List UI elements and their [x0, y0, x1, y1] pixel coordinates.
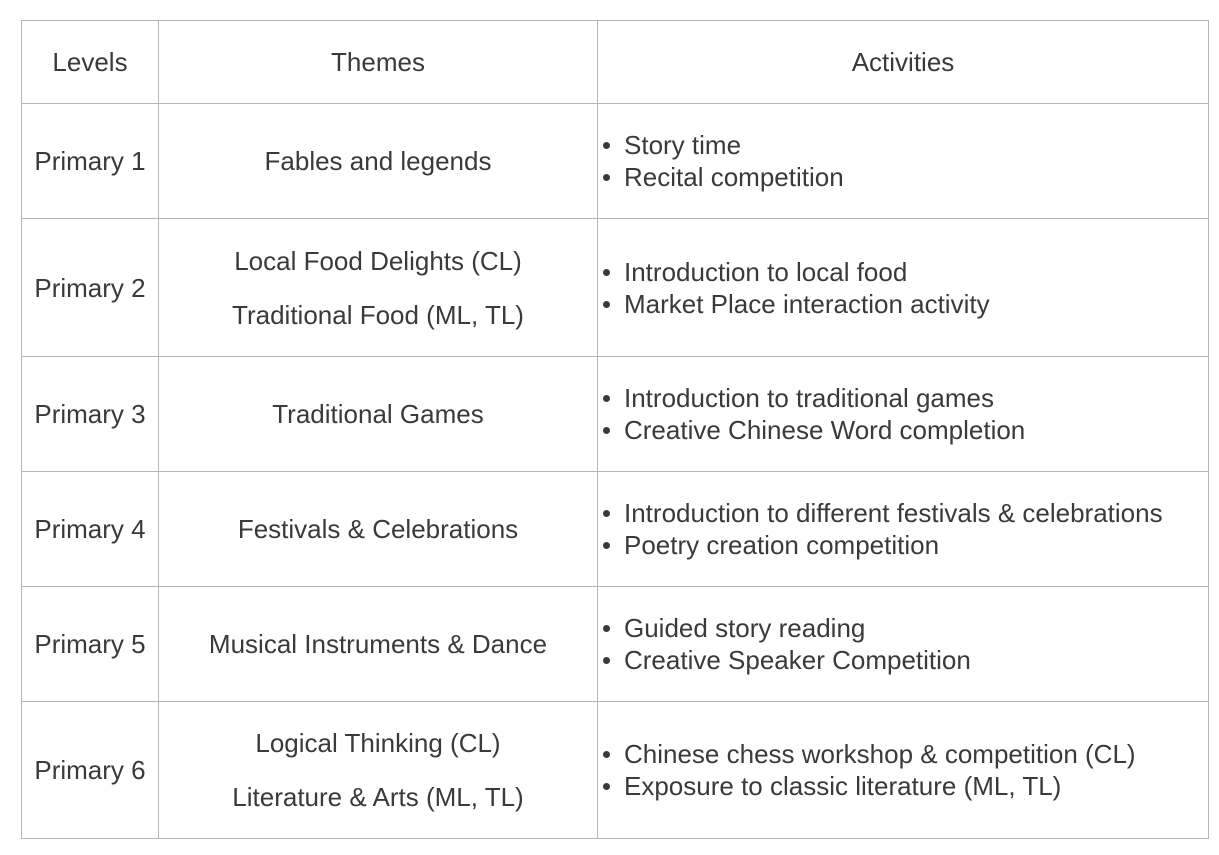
- table-row: Primary 6 Logical Thinking (CL) Literatu…: [21, 701, 1209, 839]
- activities-list: Introduction to traditional games Creati…: [603, 382, 1208, 446]
- theme-cell: Traditional Games: [158, 356, 598, 472]
- programme-table-container: Levels Themes Activities Primary 1 Fable…: [21, 20, 1209, 839]
- activity-item: Market Place interaction activity: [603, 288, 1208, 320]
- activity-item: Chinese chess workshop & competition (CL…: [603, 738, 1208, 770]
- activities-list: Guided story reading Creative Speaker Co…: [603, 612, 1208, 676]
- activity-item: Story time: [603, 129, 1208, 161]
- theme-text: Festivals & Celebrations: [237, 514, 519, 544]
- theme-text: Traditional Games: [272, 399, 484, 429]
- header-levels: Levels: [21, 20, 159, 104]
- theme-text: Musical Instruments & Dance: [208, 629, 548, 659]
- level-cell: Primary 3: [21, 356, 159, 472]
- activities-list: Story time Recital competition: [603, 129, 1208, 193]
- activity-item: Poetry creation competition: [603, 529, 1208, 561]
- theme-text: Logical Thinking (CL): [255, 728, 501, 758]
- table-row: Primary 2 Local Food Delights (CL) Tradi…: [21, 218, 1209, 357]
- header-themes: Themes: [158, 20, 598, 104]
- table-row: Primary 5 Musical Instruments & Dance Gu…: [21, 586, 1209, 702]
- level-cell: Primary 6: [21, 701, 159, 839]
- programme-table: Levels Themes Activities Primary 1 Fable…: [21, 20, 1209, 839]
- activity-item: Creative Speaker Competition: [603, 644, 1208, 676]
- activities-cell: Guided story reading Creative Speaker Co…: [597, 586, 1209, 702]
- theme-cell: Local Food Delights (CL) Traditional Foo…: [158, 218, 598, 357]
- theme-cell: Fables and legends: [158, 103, 598, 219]
- theme-cell: Logical Thinking (CL) Literature & Arts …: [158, 701, 598, 839]
- activity-item: Introduction to different festivals & ce…: [603, 497, 1208, 529]
- activities-cell: Introduction to traditional games Creati…: [597, 356, 1209, 472]
- activities-list: Introduction to local food Market Place …: [603, 256, 1208, 320]
- activity-item: Creative Chinese Word completion: [603, 414, 1208, 446]
- theme-text: Literature & Arts (ML, TL): [232, 782, 524, 812]
- level-cell: Primary 4: [21, 471, 159, 587]
- activities-cell: Introduction to different festivals & ce…: [597, 471, 1209, 587]
- theme-text: Fables and legends: [264, 146, 492, 176]
- level-cell: Primary 1: [21, 103, 159, 219]
- theme-cell: Festivals & Celebrations: [158, 471, 598, 587]
- activity-item: Exposure to classic literature (ML, TL): [603, 770, 1208, 802]
- table-row: Primary 1 Fables and legends Story time …: [21, 103, 1209, 219]
- activities-list: Introduction to different festivals & ce…: [603, 497, 1208, 561]
- table-row: Primary 3 Traditional Games Introduction…: [21, 356, 1209, 472]
- activity-item: Introduction to local food: [603, 256, 1208, 288]
- header-activities: Activities: [597, 20, 1209, 104]
- table-row: Primary 4 Festivals & Celebrations Intro…: [21, 471, 1209, 587]
- activities-cell: Introduction to local food Market Place …: [597, 218, 1209, 357]
- theme-cell: Musical Instruments & Dance: [158, 586, 598, 702]
- activities-cell: Story time Recital competition: [597, 103, 1209, 219]
- level-cell: Primary 2: [21, 218, 159, 357]
- table-header-row: Levels Themes Activities: [21, 20, 1209, 104]
- activity-item: Recital competition: [603, 161, 1208, 193]
- theme-text: Traditional Food (ML, TL): [232, 299, 524, 330]
- level-cell: Primary 5: [21, 586, 159, 702]
- activity-item: Introduction to traditional games: [603, 382, 1208, 414]
- activities-cell: Chinese chess workshop & competition (CL…: [597, 701, 1209, 839]
- theme-text: Local Food Delights (CL): [234, 245, 522, 276]
- activity-item: Guided story reading: [603, 612, 1208, 644]
- activities-list: Chinese chess workshop & competition (CL…: [603, 738, 1208, 802]
